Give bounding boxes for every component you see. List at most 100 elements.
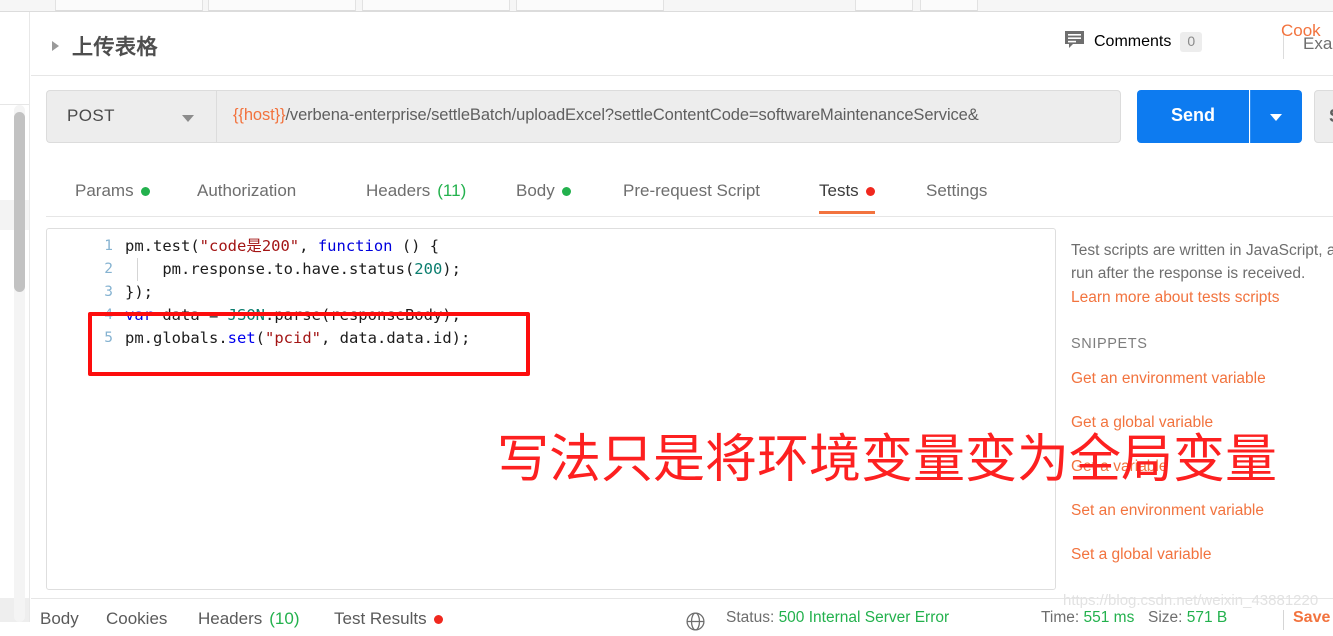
chevron-down-icon	[1270, 114, 1282, 121]
request-tab-remnant[interactable]	[362, 0, 510, 11]
request-tab-remnant[interactable]	[920, 0, 978, 11]
line-number: 4	[104, 307, 113, 323]
globe-icon[interactable]	[686, 612, 705, 636]
code-line: 3});	[47, 281, 1055, 304]
request-tab-remnant[interactable]	[55, 0, 203, 11]
help-description: Test scripts are written in JavaScript, …	[1071, 242, 1333, 282]
line-number: 5	[104, 330, 113, 346]
size-label: Size:	[1148, 609, 1187, 626]
response-tab-count: (10)	[269, 609, 300, 628]
cookies-link[interactable]: Cook	[1281, 21, 1321, 41]
tab-authorization[interactable]: Authorization	[197, 181, 296, 214]
snippet-get-a-global-variable[interactable]: Get a global variable	[1071, 414, 1213, 432]
url-path: /verbena-enterprise/settleBatch/uploadEx…	[285, 106, 979, 124]
status-dot-red	[865, 186, 875, 196]
status-dot-green	[561, 186, 571, 196]
snippet-set-a-global-variable[interactable]: Set a global variable	[1071, 546, 1211, 564]
tab-label: Body	[516, 181, 555, 200]
save-button-label: Sa	[1329, 106, 1333, 127]
status-dot-red	[433, 614, 443, 624]
size-value: 571 B	[1186, 609, 1228, 626]
chevron-down-icon	[182, 115, 194, 122]
line-number: 3	[104, 284, 113, 300]
save-response-button[interactable]: Save Res	[1293, 609, 1333, 627]
request-tabs: Params Authorization Headers (11) Body Pre-re…	[46, 172, 1333, 217]
response-tab-body[interactable]: Body	[40, 609, 79, 629]
line-content: pm.test("code是200", function () {	[125, 237, 440, 255]
tab-count: (11)	[437, 181, 467, 200]
code-line: 2 pm.response.to.have.status(200);	[47, 258, 1055, 281]
line-content: pm.response.to.have.status(200);	[125, 260, 461, 278]
tab-label: Headers	[366, 181, 431, 200]
tab-label: Settings	[926, 181, 988, 200]
response-tab-cookies[interactable]: Cookies	[106, 609, 167, 629]
response-tab-label: Body	[40, 609, 79, 628]
response-tab-label: Test Results	[334, 609, 427, 628]
snippet-set-an-environment-variable[interactable]: Set an environment variable	[1071, 502, 1264, 520]
top-tab-strip	[0, 0, 1333, 12]
url-input[interactable]: {{host}}/verbena-enterprise/settleBatch/…	[216, 90, 1121, 143]
comments-label: Comments	[1094, 33, 1172, 50]
tab-label: Tests	[819, 181, 859, 200]
tab-body[interactable]: Body	[516, 181, 571, 214]
send-dropdown-button[interactable]	[1250, 90, 1302, 143]
response-tab-test-results[interactable]: Test Results	[334, 609, 443, 629]
tests-help-sidebar: Test scripts are written in JavaScript, …	[1071, 228, 1333, 590]
request-header: 上传表格 Comments 0 Examp	[31, 12, 1333, 76]
snippet-get-a-variable[interactable]: Get a variable	[1071, 458, 1168, 476]
comments-count-badge: 0	[1180, 32, 1203, 52]
request-tab-remnant[interactable]	[855, 0, 913, 11]
status-label: Status:	[726, 609, 779, 626]
comment-icon	[1064, 30, 1085, 54]
http-method-select[interactable]: POST	[46, 90, 216, 143]
comments-button[interactable]: Comments 0	[1064, 30, 1203, 54]
tab-params[interactable]: Params	[75, 181, 150, 214]
send-button-label: Send	[1170, 105, 1215, 125]
tab-pre-request-script[interactable]: Pre-request Script	[623, 181, 760, 214]
tests-script-editor[interactable]: 1 pm.test("code是200", function () { 2 pm.r…	[46, 228, 1056, 590]
send-button[interactable]: Send	[1137, 90, 1249, 143]
tab-tests[interactable]: Tests	[819, 181, 875, 214]
line-content: pm.globals.set("pcid", data.data.id);	[125, 329, 471, 347]
url-bar: POST {{host}}/verbena-enterprise/settleB…	[46, 90, 1333, 146]
response-tab-label: Cookies	[106, 609, 168, 628]
url-variable: {{host}}	[233, 106, 286, 124]
tab-headers[interactable]: Headers (11)	[366, 181, 466, 214]
learn-more-link[interactable]: Learn more about tests scripts	[1071, 289, 1280, 307]
tab-label: Pre-request Script	[623, 181, 760, 200]
triangle-right-icon[interactable]	[52, 41, 59, 51]
line-number: 2	[104, 261, 113, 277]
code-line: 4 var data = JSON.parse(responseBody);	[47, 304, 1055, 327]
size-readout: Size: 571 B	[1148, 609, 1227, 627]
line-number: 1	[104, 238, 113, 254]
tab-label: Params	[75, 181, 134, 200]
code-line: 5 pm.globals.set("pcid", data.data.id);	[47, 327, 1055, 350]
indent-guide	[137, 258, 138, 281]
code-lines: 1 pm.test("code是200", function () { 2 pm.r…	[47, 235, 1055, 350]
time-readout: Time: 551 ms	[1041, 609, 1134, 627]
response-tab-headers[interactable]: Headers (10)	[198, 609, 300, 629]
response-tab-label: Headers	[198, 609, 263, 628]
request-tab-remnant[interactable]	[516, 0, 664, 11]
response-bar: Save Res Body Cookies Headers (10) Test Resu…	[31, 598, 1333, 634]
line-content: });	[125, 283, 153, 301]
time-label: Time:	[1041, 609, 1084, 626]
snippet-get-an-environment-variable[interactable]: Get an environment variable	[1071, 370, 1266, 388]
request-tab-remnant[interactable]	[208, 0, 356, 11]
save-button[interactable]: Sa	[1314, 90, 1333, 143]
url-text: {{host}}/verbena-enterprise/settleBatch/…	[233, 106, 979, 125]
tab-settings[interactable]: Settings	[926, 181, 987, 214]
page-title: 上传表格	[72, 36, 158, 59]
code-line: 1 pm.test("code是200", function () {	[47, 235, 1055, 258]
line-content: var data = JSON.parse(responseBody);	[125, 306, 461, 324]
status-divider	[1283, 610, 1284, 630]
status-dot-green	[140, 186, 150, 196]
snippets-header: SNIPPETS	[1071, 336, 1148, 352]
http-method-label: POST	[67, 106, 115, 125]
left-rail-top-section	[0, 12, 29, 105]
status-value: 500 Internal Server Error	[778, 609, 950, 626]
sidebar-scrollbar-thumb[interactable]	[14, 112, 25, 292]
time-value: 551 ms	[1083, 609, 1135, 626]
status-readout: Status: 500 Internal Server Error	[726, 609, 949, 627]
request-pane: 上传表格 Comments 0 Examp POST {{host}}/ver	[31, 12, 1333, 631]
